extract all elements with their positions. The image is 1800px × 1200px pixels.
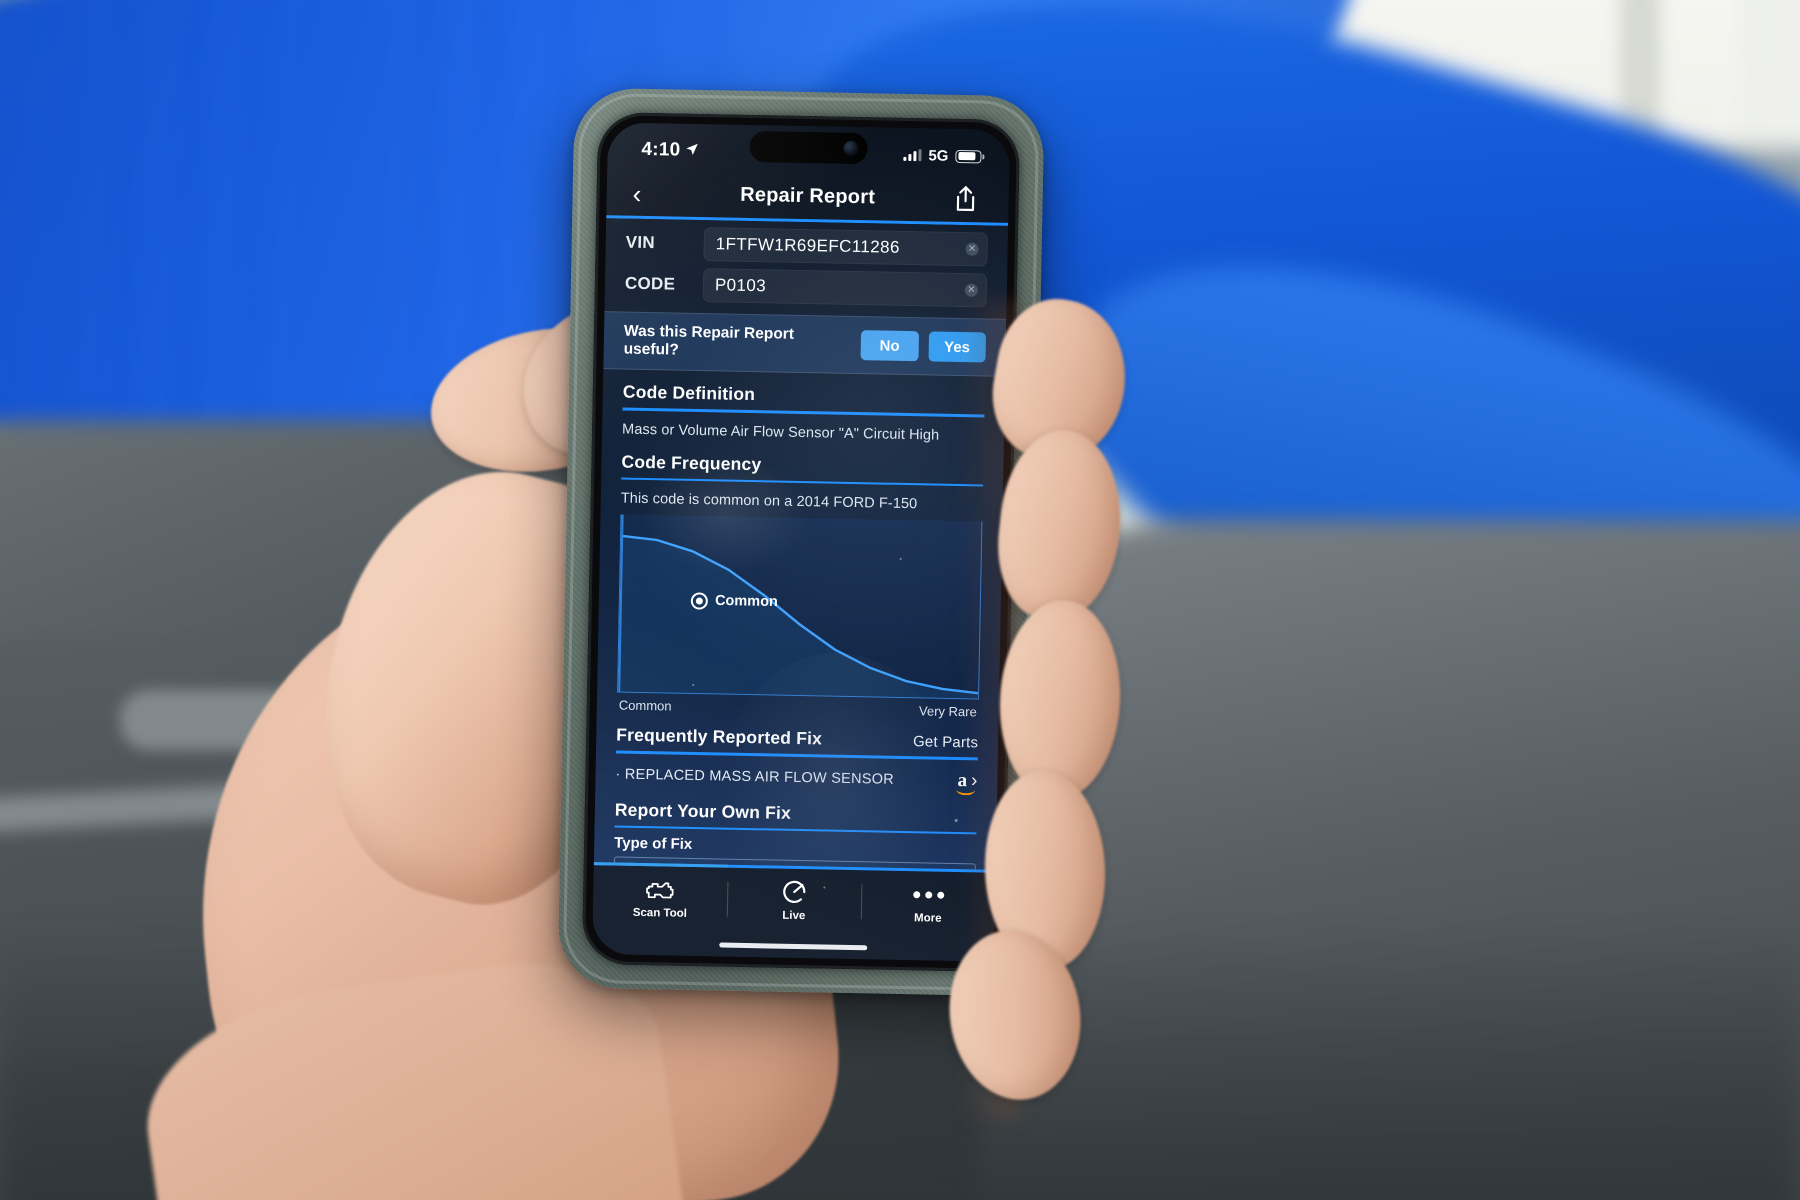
hand-fingers-front [0,0,1800,1200]
photo-scene: 4:10 5G ‹ Repair Report VIN 1FTFW1R69EFC… [0,0,1800,1200]
